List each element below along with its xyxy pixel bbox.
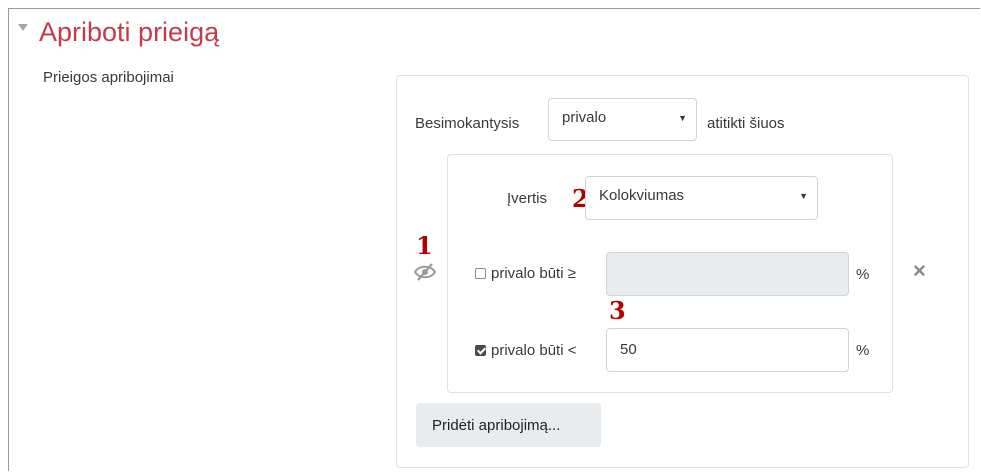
max-grade-unit: % [856, 342, 870, 359]
min-grade-unit: % [856, 266, 870, 283]
min-grade-label: privalo būti ≥ [491, 265, 576, 282]
chevron-down-icon: ▼ [799, 191, 808, 201]
max-grade-label: privalo būti < [491, 342, 577, 359]
access-restrictions-label: Prieigos apribojimai [43, 69, 174, 86]
max-grade-input[interactable]: 50 [606, 328, 849, 372]
add-restriction-label: Pridėti apribojimą... [432, 417, 561, 434]
annotation-marker-3: 3 [609, 296, 626, 325]
min-grade-input[interactable] [606, 252, 849, 296]
eye-slash-icon[interactable] [413, 262, 437, 282]
annotation-marker-1: 1 [416, 231, 433, 260]
intro-suffix-text: atitikti šiuos [707, 115, 785, 132]
must-condition-value: privalo [562, 109, 607, 126]
grade-label: Įvertis [507, 190, 548, 207]
add-restriction-button[interactable]: Pridėti apribojimą... [416, 403, 601, 447]
section-title[interactable]: Apriboti prieigą [39, 14, 219, 50]
collapse-caret-icon[interactable] [18, 24, 28, 31]
max-grade-checkbox[interactable] [475, 345, 486, 356]
max-grade-value: 50 [620, 341, 637, 358]
chevron-down-icon: ▼ [678, 113, 687, 123]
intro-prefix-text: Besimokantysis [415, 115, 520, 132]
grade-item-select[interactable]: Kolokviumas ▼ [585, 176, 818, 220]
min-grade-checkbox[interactable] [475, 268, 486, 279]
delete-condition-icon[interactable]: × [913, 258, 926, 284]
must-condition-select[interactable]: privalo ▼ [548, 98, 697, 141]
grade-item-value: Kolokviumas [599, 187, 685, 204]
